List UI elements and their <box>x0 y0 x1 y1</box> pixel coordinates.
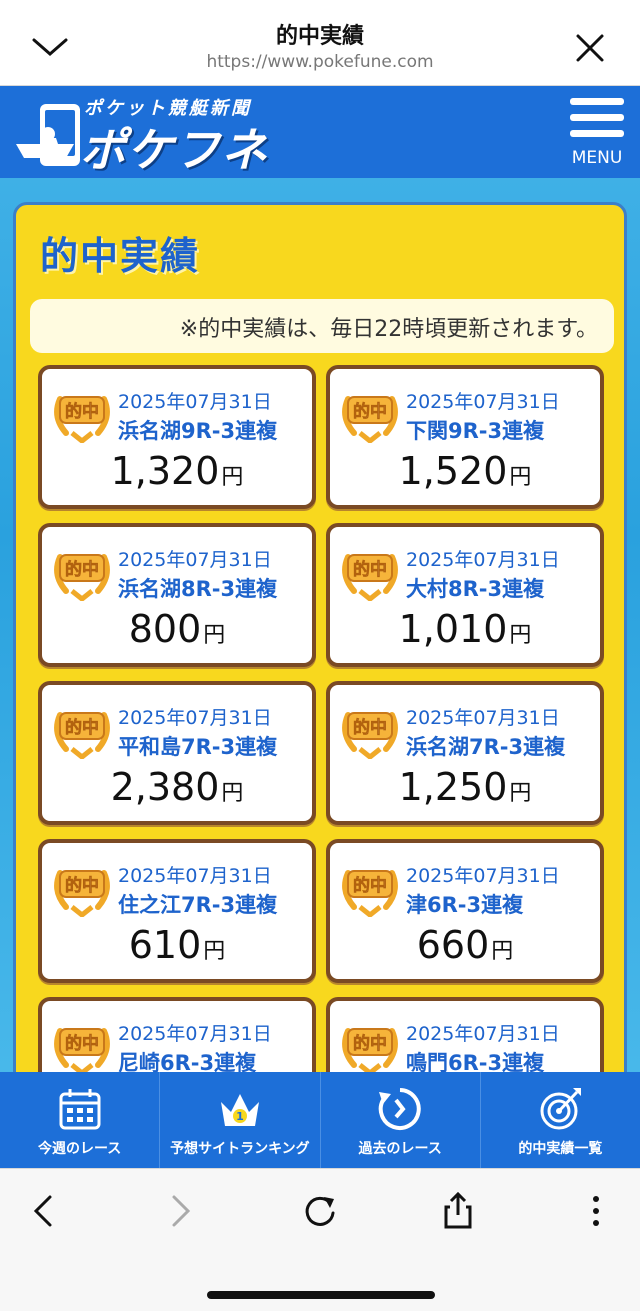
result-date: 2025年07月31日 <box>406 391 560 413</box>
history-icon <box>378 1088 421 1130</box>
update-notice: ※的中実績は、毎日22時頃更新されます。 <box>30 299 614 353</box>
result-date: 2025年07月31日 <box>406 707 560 729</box>
hit-medal-icon <box>50 697 114 759</box>
nav-hit-results[interactable]: 的中実績一覧 <box>481 1072 640 1168</box>
hit-medal-icon <box>50 381 114 443</box>
menu-label: MENU <box>571 148 623 168</box>
result-amount: 1,520円 <box>398 449 532 493</box>
share-icon[interactable] <box>438 1191 478 1231</box>
nav-past-races[interactable]: 過去のレース <box>321 1072 481 1168</box>
hit-medal-icon <box>50 855 114 917</box>
result-card[interactable]: 2025年07月31日 浜名湖9R-3連複 1,320円 <box>38 365 316 509</box>
result-amount: 1,010円 <box>398 607 532 651</box>
result-date: 2025年07月31日 <box>406 865 560 887</box>
result-date: 2025年07月31日 <box>118 1023 272 1045</box>
more-icon[interactable] <box>576 1191 616 1231</box>
result-date: 2025年07月31日 <box>118 549 272 571</box>
result-race: 平和島7R-3連複 <box>118 735 278 759</box>
nav-this-week-races[interactable]: 今週のレース <box>0 1072 161 1168</box>
hit-medal-icon <box>50 539 114 601</box>
page-background: 的中実績 ※的中実績は、毎日22時頃更新されます。 2025年07月31日 浜名… <box>0 178 640 1072</box>
result-race: 浜名湖7R-3連複 <box>406 735 566 759</box>
result-card[interactable]: 2025年07月31日 大村8R-3連複 1,010円 <box>326 523 604 667</box>
close-icon[interactable] <box>570 28 610 68</box>
reload-icon[interactable] <box>300 1191 340 1231</box>
bottom-nav: 今週のレース 1 予想サイトランキング 過去のレース 的中実績一覧 <box>0 1072 640 1168</box>
nav-label: 的中実績一覧 <box>518 1141 603 1157</box>
result-date: 2025年07月31日 <box>406 1023 560 1045</box>
crown-rank-number: 1 <box>236 1110 244 1123</box>
home-indicator <box>207 1291 435 1299</box>
result-race: 津6R-3連複 <box>406 893 524 917</box>
result-card[interactable]: 2025年07月31日 浜名湖8R-3連複 800円 <box>38 523 316 667</box>
result-race: 大村8R-3連複 <box>406 577 545 601</box>
result-card[interactable]: 2025年07月31日 鳴門6R-3連複 <box>326 997 604 1072</box>
nav-label: 過去のレース <box>358 1141 442 1157</box>
result-race: 浜名湖8R-3連複 <box>118 577 278 601</box>
forward-icon[interactable] <box>160 1191 200 1231</box>
browser-url[interactable]: https://www.pokefune.com <box>0 52 640 72</box>
hamburger-icon-bar <box>570 130 624 137</box>
hamburger-icon-bar <box>570 114 624 121</box>
result-card[interactable]: 2025年07月31日 平和島7R-3連複 2,380円 <box>38 681 316 825</box>
crown-icon: 1 <box>220 1094 259 1126</box>
hit-medal-icon <box>50 1013 114 1072</box>
result-card[interactable]: 2025年07月31日 浜名湖7R-3連複 1,250円 <box>326 681 604 825</box>
hit-medal-icon <box>338 539 402 601</box>
nav-label: 今週のレース <box>37 1141 122 1157</box>
result-amount: 610円 <box>128 923 226 967</box>
result-date: 2025年07月31日 <box>118 391 272 413</box>
results-panel: 的中実績 ※的中実績は、毎日22時頃更新されます。 2025年07月31日 浜名… <box>13 202 627 1072</box>
hit-medal-icon <box>338 381 402 443</box>
result-date: 2025年07月31日 <box>406 549 560 571</box>
result-race: 下関9R-3連複 <box>406 419 545 443</box>
logo-title: ポケフネ <box>80 123 268 177</box>
hamburger-icon <box>570 98 624 105</box>
result-amount: 660円 <box>416 923 514 967</box>
nav-site-ranking[interactable]: 1 予想サイトランキング <box>160 1072 321 1168</box>
hit-medal-icon <box>338 1013 402 1072</box>
result-card[interactable]: 2025年07月31日 尼崎6R-3連複 <box>38 997 316 1072</box>
target-icon <box>540 1088 582 1130</box>
result-amount: 2,380円 <box>110 765 244 809</box>
result-date: 2025年07月31日 <box>118 707 272 729</box>
nav-label: 予想サイトランキング <box>170 1141 310 1157</box>
result-race: 鳴門6R-3連複 <box>406 1051 545 1072</box>
result-amount: 800円 <box>128 607 226 651</box>
menu-button[interactable]: MENU <box>566 94 628 172</box>
hit-medal-icon <box>338 855 402 917</box>
browser-toolbar <box>0 1168 640 1311</box>
result-race: 尼崎6R-3連複 <box>118 1051 257 1072</box>
browser-page-title: 的中実績 <box>275 24 364 49</box>
result-card[interactable]: 2025年07月31日 津6R-3連複 660円 <box>326 839 604 983</box>
site-header: ポケット競艇新聞 ポケフネ MENU <box>0 86 640 178</box>
result-date: 2025年07月31日 <box>118 865 272 887</box>
back-icon[interactable] <box>24 1191 64 1231</box>
result-amount: 1,320円 <box>110 449 244 493</box>
result-card[interactable]: 2025年07月31日 住之江7R-3連複 610円 <box>38 839 316 983</box>
result-amount: 1,250円 <box>398 765 532 809</box>
browser-top-bar: 的中実績 https://www.pokefune.com <box>0 0 640 86</box>
result-race: 住之江7R-3連複 <box>118 893 278 917</box>
panel-title: 的中実績 <box>40 234 201 278</box>
site-logo[interactable]: ポケット競艇新聞 ポケフネ <box>14 92 294 177</box>
result-card[interactable]: 2025年07月31日 下関9R-3連複 1,520円 <box>326 365 604 509</box>
hit-medal-icon <box>338 697 402 759</box>
calendar-icon <box>59 1089 101 1130</box>
result-race: 浜名湖9R-3連複 <box>118 419 278 443</box>
